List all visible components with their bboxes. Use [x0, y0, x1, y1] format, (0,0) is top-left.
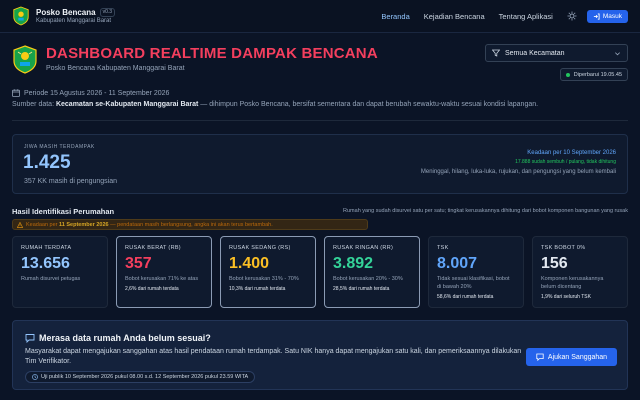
appeal-panel: Merasa data rumah Anda belum sesuai? Mas…	[12, 320, 628, 390]
calendar-icon	[12, 89, 20, 97]
page-title: DASHBOARD REALTIME DAMPAK BENCANA	[46, 45, 378, 62]
stat-card-tsk-bobot-0: TSK BOBOT 0% 156 Komponen kerusakannya b…	[532, 236, 628, 308]
stat-desc: Bobot kerusakan 71% ke atas	[125, 276, 199, 282]
stat-foot: 58,6% dari rumah terdata	[437, 294, 494, 300]
sun-icon[interactable]	[567, 11, 577, 21]
stat-desc: Rumah disurvei petugas	[21, 276, 81, 282]
login-icon	[593, 12, 600, 20]
district-select-value: Semua Kecamatan	[505, 49, 565, 57]
stat-card-rusak-berat: RUSAK BERAT (RB) 357 Bobot kerusakan 71%…	[116, 236, 212, 308]
people-value: 1.425	[23, 152, 71, 173]
submit-appeal-button[interactable]: Ajukan Sanggahan	[526, 348, 617, 366]
stat-value: 357	[125, 255, 152, 272]
divider	[12, 120, 628, 121]
regency-logo-icon	[13, 6, 29, 26]
district-select[interactable]: Semua Kecamatan	[485, 44, 628, 62]
housing-section-note: Rumah yang sudah disurvei satu per satu;…	[343, 208, 628, 214]
people-sub: 357 KK masih di pengungsian	[24, 178, 118, 185]
appeal-title: Merasa data rumah Anda belum sesuai?	[39, 333, 211, 343]
affected-people-card: JIWA MASIH TERDAMPAK 1.425 357 KK masih …	[12, 134, 628, 194]
clock-icon	[32, 374, 38, 380]
stat-label: RUSAK BERAT (RB)	[125, 245, 181, 251]
stat-desc: Tidak sesuai klasifikasi, bobot di bawah…	[437, 276, 510, 290]
stat-desc: Komponen kerusakannya belum dicentang	[541, 276, 604, 290]
nav-links: Beranda Kejadian Bencana Tentang Aplikas…	[367, 9, 628, 23]
period-info: Periode 15 Agustus 2026 - 11 September 2…	[12, 89, 169, 97]
stat-foot: 28,5% dari rumah terdata	[333, 286, 390, 292]
stat-label: TSK	[437, 245, 449, 251]
appeal-text: Masyarakat dapat mengajukan sanggahan at…	[25, 348, 522, 365]
stat-value: 3.892	[333, 255, 374, 272]
login-label: Masuk	[602, 12, 622, 20]
stat-card-rusak-sedang: RUSAK SEDANG (RS) 1.400 Bobot kerusakan …	[220, 236, 316, 308]
stat-label: RUSAK SEDANG (RS)	[229, 245, 291, 251]
source-prefix: Sumber data:	[12, 101, 56, 108]
stat-desc: Bobot kerusakan 31% - 70%	[229, 276, 299, 282]
data-source: Sumber data: Kecamatan se-Kabupaten Mang…	[12, 101, 538, 108]
people-details: Keadaan per 10 September 2026 17.888 sud…	[421, 150, 616, 175]
stat-label: TSK BOBOT 0%	[541, 245, 586, 251]
notice-prefix: Keadaan per	[26, 221, 60, 228]
navbar: Posko Bencana v0.3 Kabupaten Manggarai B…	[0, 0, 640, 33]
chevron-down-icon	[615, 51, 620, 55]
regency-emblem-icon	[13, 45, 37, 74]
source-suffix: — dihimpun Posko Bencana, bersifat semen…	[198, 101, 539, 108]
nav-link-beranda[interactable]: Beranda	[381, 12, 409, 21]
stat-value: 1.400	[229, 255, 270, 272]
period-text: Periode 15 Agustus 2026 - 11 September 2…	[24, 89, 170, 97]
last-updated: Diperbarui 19.05.45	[559, 68, 628, 81]
nav-link-tentang-aplikasi[interactable]: Tentang Aplikasi	[499, 12, 553, 21]
page-header: DASHBOARD REALTIME DAMPAK BENCANA Posko …	[12, 44, 628, 81]
housing-notice: Keadaan per 11 September 2026 — pendataa…	[12, 219, 368, 230]
people-as-of: Keadaan per 10 September 2026	[527, 150, 616, 156]
nav-link-kejadian-bencana[interactable]: Kejadian Bencana	[424, 12, 485, 21]
people-recovered: 17.888 sudah sembuh / pulang, tidak dihi…	[515, 159, 616, 165]
stat-desc: Bobot kerusakan 20% - 30%	[333, 276, 403, 282]
stat-label: RUMAH TERDATA	[21, 245, 72, 251]
people-label: JIWA MASIH TERDAMPAK	[24, 144, 95, 150]
stat-value: 156	[541, 255, 568, 272]
submit-appeal-label: Ajukan Sanggahan	[547, 353, 608, 361]
stat-label: RUSAK RINGAN (RR)	[333, 245, 394, 251]
login-button[interactable]: Masuk	[586, 9, 628, 23]
stat-foot: 2,6% dari rumah terdata	[125, 286, 179, 292]
appeal-schedule-text: Uji publik 10 September 2026 pukul 08.00…	[41, 374, 249, 380]
app-subtitle: Kabupaten Manggarai Barat	[36, 18, 112, 24]
notice-suffix: — pendataan masih berlangsung, angka ini…	[108, 221, 273, 228]
stat-card-rusak-ringan: RUSAK RINGAN (RR) 3.892 Bobot kerusakan …	[324, 236, 420, 308]
chat-bubble-icon	[25, 334, 35, 343]
filter-icon	[492, 49, 500, 57]
stat-card-tsk: TSK 8.007 Tidak sesuai klasifikasi, bobo…	[428, 236, 524, 308]
appeal-schedule: Uji publik 10 September 2026 pukul 08.00…	[25, 371, 256, 383]
source-name: Kecamatan se-Kabupaten Manggarai Barat	[55, 101, 199, 108]
app-title: Posko Bencana	[36, 8, 96, 17]
people-desc: Meninggal, hilang, luka-luka, rujukan, d…	[420, 169, 616, 175]
live-indicator-icon	[565, 72, 570, 77]
stat-foot: 10,3% dari rumah terdata	[229, 286, 286, 292]
housing-section-title: Hasil Identifikasi Perumahan	[12, 207, 115, 216]
chat-icon	[536, 353, 544, 361]
version-badge: v0.3	[99, 8, 116, 17]
stat-value: 13.656	[21, 255, 70, 272]
stat-card-rumah-terdata: RUMAH TERDATA 13.656 Rumah disurvei petu…	[12, 236, 108, 308]
last-updated-text: Diperbarui 19.05.45	[573, 71, 622, 78]
stat-foot: 1,9% dari seluruh TSK	[541, 294, 591, 300]
page-subtitle: Posko Bencana Kabupaten Manggarai Barat	[46, 65, 185, 72]
warning-icon	[17, 221, 23, 228]
stat-value: 8.007	[437, 255, 478, 272]
brand[interactable]: Posko Bencana v0.3 Kabupaten Manggarai B…	[36, 8, 116, 24]
notice-date: 11 September 2026	[59, 221, 109, 228]
